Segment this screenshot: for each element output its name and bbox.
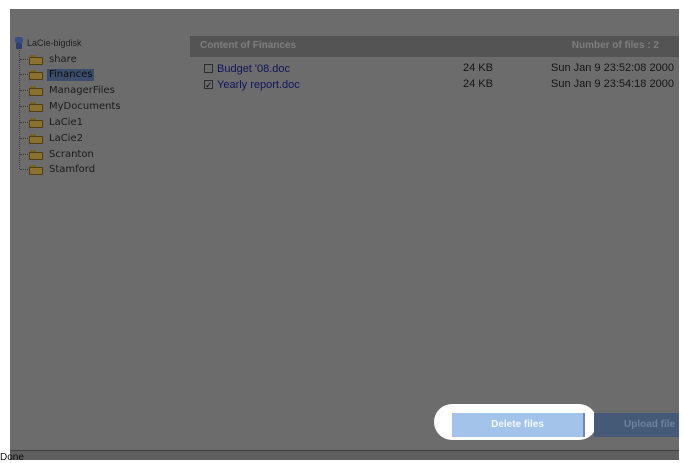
file-size: 24 KB bbox=[463, 62, 493, 74]
file-row: Budget '08.doc 24 KB Sun Jan 9 23:52:08 … bbox=[190, 62, 679, 78]
tree-item-label: LaCie2 bbox=[49, 132, 83, 144]
status-text: Done bbox=[0, 452, 24, 463]
tree-item-label: Finances bbox=[47, 68, 95, 81]
tree-item-label: share bbox=[49, 53, 77, 65]
tree-root[interactable]: LaCie-bigdisk bbox=[14, 36, 82, 50]
content-header: Content of Finances Number of files : 2 bbox=[190, 36, 679, 57]
upload-file-button[interactable]: Upload file bbox=[594, 413, 679, 437]
tree-item-managerfiles[interactable]: ManagerFiles bbox=[20, 83, 117, 98]
file-name-link[interactable]: Yearly report.doc bbox=[217, 79, 300, 91]
tree-item-label: Scranton bbox=[49, 148, 94, 160]
file-date: Sun Jan 9 23:54:18 2000 bbox=[551, 78, 674, 90]
tree-item-mydocuments[interactable]: MyDocuments bbox=[20, 99, 123, 114]
file-size: 24 KB bbox=[463, 78, 493, 90]
tree-item-label: MyDocuments bbox=[49, 100, 121, 112]
delete-files-button[interactable]: Delete files bbox=[452, 413, 585, 437]
tree-item-label: ManagerFiles bbox=[49, 84, 115, 96]
file-count: Number of files : 2 bbox=[571, 40, 659, 51]
action-bar: Delete files Upload file bbox=[432, 402, 679, 442]
file-name-link[interactable]: Budget '08.doc bbox=[217, 63, 290, 75]
tree-item-label: Stamford bbox=[49, 163, 96, 175]
file-checkbox[interactable] bbox=[204, 64, 213, 73]
folder-icon bbox=[29, 164, 43, 175]
tree-item-lacie2[interactable]: LaCie2 bbox=[20, 131, 85, 146]
tree-item-stamford[interactable]: Stamford bbox=[20, 162, 97, 177]
folder-icon bbox=[29, 149, 43, 160]
folder-icon bbox=[29, 54, 43, 65]
file-checkbox[interactable]: ✓ bbox=[204, 80, 213, 90]
folder-icon bbox=[29, 85, 43, 96]
tree-item-scranton[interactable]: Scranton bbox=[20, 147, 96, 162]
file-row: ✓ Yearly report.doc 24 KB Sun Jan 9 23:5… bbox=[190, 78, 679, 94]
tree-item-finances[interactable]: Finances bbox=[20, 67, 95, 82]
folder-icon bbox=[29, 117, 43, 128]
tree-item-label: LaCie1 bbox=[49, 116, 83, 128]
folder-icon bbox=[29, 101, 43, 112]
tree-item-lacie1[interactable]: LaCie1 bbox=[20, 115, 85, 130]
folder-icon bbox=[29, 133, 43, 144]
tree-root-label: LaCie-bigdisk bbox=[27, 38, 82, 48]
file-date: Sun Jan 9 23:52:08 2000 bbox=[551, 62, 674, 74]
folder-icon bbox=[29, 69, 43, 80]
content-title: Content of Finances bbox=[200, 40, 297, 51]
tree-item-share[interactable]: share bbox=[20, 52, 79, 67]
